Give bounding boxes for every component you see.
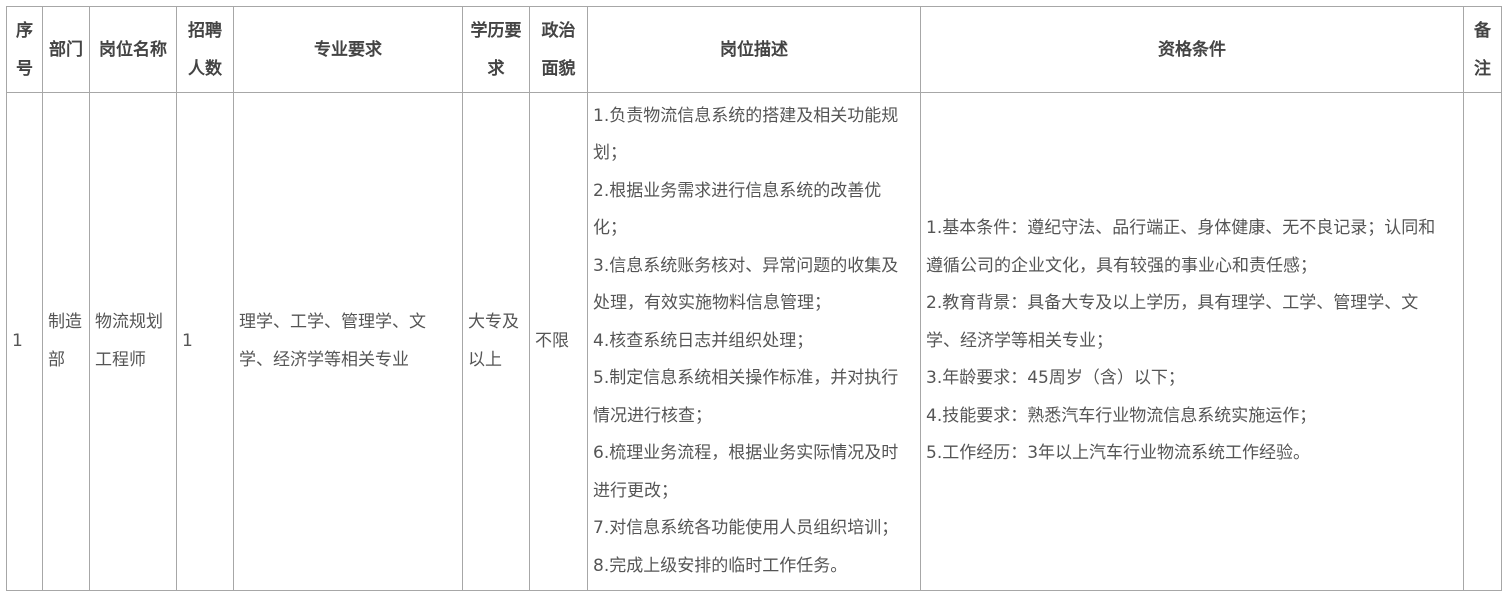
header-dept: 部门 (42, 6, 90, 93)
cell-desc: 1.负责物流信息系统的搭建及相关功能规 划； 2.根据业务需求进行信息系统的改善… (587, 92, 921, 591)
header-post: 岗位名称 (89, 6, 177, 93)
header-count: 招聘 人数 (176, 6, 234, 93)
cell-dept: 制造 部 (42, 92, 90, 591)
header-seq: 序 号 (6, 6, 43, 93)
cell-post: 物流规划 工程师 (89, 92, 177, 591)
header-note: 备 注 (1463, 6, 1502, 93)
header-political: 政治 面貌 (529, 6, 588, 93)
header-edu: 学历要 求 (462, 6, 530, 93)
cell-note (1463, 92, 1502, 591)
table-row: 1 制造 部 物流规划 工程师 1 理学、工学、管理学、文 学、经济学等相关专业… (6, 92, 1502, 591)
recruitment-table: 序 号 部门 岗位名称 招聘 人数 专业要求 学历要 求 政治 面貌 岗位描述 … (6, 6, 1502, 591)
cell-political: 不限 (529, 92, 588, 591)
header-desc: 岗位描述 (587, 6, 921, 93)
header-major: 专业要求 (233, 6, 463, 93)
cell-count: 1 (176, 92, 234, 591)
cell-major: 理学、工学、管理学、文 学、经济学等相关专业 (233, 92, 463, 591)
cell-seq: 1 (6, 92, 43, 591)
header-qual: 资格条件 (920, 6, 1464, 93)
cell-qual: 1.基本条件：遵纪守法、品行端正、身体健康、无不良记录；认同和 遵循公司的企业文… (920, 92, 1464, 591)
cell-edu: 大专及 以上 (462, 92, 530, 591)
header-row: 序 号 部门 岗位名称 招聘 人数 专业要求 学历要 求 政治 面貌 岗位描述 … (6, 6, 1502, 93)
